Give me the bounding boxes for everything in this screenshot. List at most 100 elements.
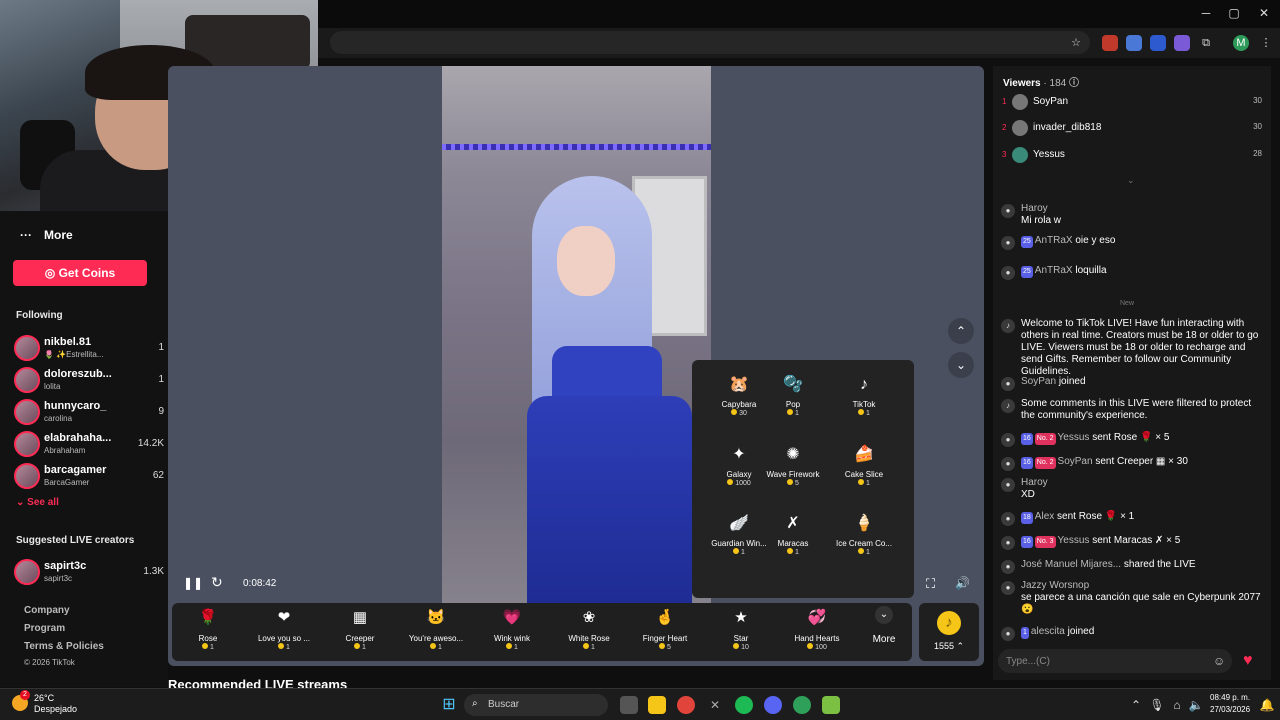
heart-icon[interactable]: ♥: [1243, 652, 1263, 670]
chat-username[interactable]: Yessus: [1058, 535, 1090, 546]
extension-purple-icon[interactable]: [1174, 35, 1190, 51]
gift-item[interactable]: 🍦 Ice Cream Co... 1: [827, 511, 901, 579]
gift-icon: 🪽: [729, 515, 749, 532]
live-video[interactable]: [442, 66, 711, 603]
weather-widget[interactable]: 26°C Despejado: [34, 693, 77, 715]
message-icon: ●: [1001, 204, 1015, 218]
taskbar-search[interactable]: ⌕ Buscar: [464, 694, 608, 716]
gift-item[interactable]: 🫧 Pop 1: [756, 372, 830, 440]
gift-bar-item[interactable]: 💗 Wink wink 1: [477, 606, 547, 660]
gift-item[interactable]: 🍰 Cake Slice 1: [827, 442, 901, 510]
gift-icon: ❤: [277, 609, 291, 626]
chat-username[interactable]: Haroy: [1021, 477, 1048, 488]
app-green-icon[interactable]: [793, 696, 811, 714]
pause-icon[interactable]: ❚❚: [183, 576, 203, 590]
chat-username[interactable]: alescita: [1031, 626, 1065, 637]
browser-menu-icon[interactable]: ⋮: [1258, 35, 1274, 51]
gift-item[interactable]: ✺ Wave Firework 5: [756, 442, 830, 510]
gift-bar-item[interactable]: 🐱 You're aweso... 1: [401, 606, 471, 660]
coin-balance-button[interactable]: ♪ 1555 ⌃: [919, 603, 979, 661]
chat-username[interactable]: SoyPan: [1021, 376, 1056, 387]
gift-price: 100: [782, 643, 852, 651]
taskbar-clock[interactable]: 08:49 p. m. 27/03/2026: [1210, 692, 1250, 716]
bookmark-star-icon[interactable]: ☆: [1068, 35, 1084, 51]
gift-name: You're aweso...: [408, 634, 464, 643]
restore-button[interactable]: ▢: [1224, 6, 1244, 22]
app-x-icon[interactable]: ✕: [706, 696, 724, 714]
spotify-icon[interactable]: [735, 696, 753, 714]
following-item[interactable]: barcagamer BarcaGamer 62: [14, 461, 164, 493]
emoji-icon[interactable]: ☺: [1213, 654, 1225, 668]
viewers-header[interactable]: Viewers · 184 ⓘ: [1003, 74, 1079, 89]
gift-name: Love you so ...: [257, 634, 311, 643]
gift-icon: 🍦: [854, 515, 874, 532]
file-explorer-icon[interactable]: [648, 696, 666, 714]
top-viewer-row[interactable]: 3 Yessus 28: [1000, 145, 1266, 167]
refresh-icon[interactable]: ↻: [211, 574, 223, 591]
suggested-item[interactable]: sapirt3c sapirt3c 1.3K: [14, 557, 164, 589]
top-viewer-row[interactable]: 1 SoyPan 30: [1000, 92, 1266, 114]
microphone-icon[interactable]: 🎙: [1148, 696, 1166, 714]
gift-bar-item[interactable]: ▦ Creeper 1: [325, 606, 395, 660]
footer-program[interactable]: Program: [24, 623, 65, 634]
top-viewer-row[interactable]: 2 invader_dib818 30: [1000, 118, 1266, 140]
more-gifts-button[interactable]: ⌄ More: [866, 606, 902, 645]
chat-username[interactable]: Jazzy Worsnop: [1021, 580, 1089, 591]
message-content: 18 Alex sent Rose 🌹 × 1: [1021, 511, 1265, 524]
chat-username[interactable]: Yessus: [1058, 432, 1090, 443]
chat-username[interactable]: SoyPan: [1058, 456, 1093, 467]
more-menu[interactable]: ··· More: [20, 228, 73, 242]
footer-terms[interactable]: Terms & Policies: [24, 641, 104, 652]
gift-icon: ✗: [786, 515, 800, 532]
translate-extension-icon[interactable]: [1126, 35, 1142, 51]
chat-text: oie y eso: [1075, 235, 1116, 246]
chevron-up-icon[interactable]: ⌃: [1127, 696, 1145, 714]
chrome-icon[interactable]: [677, 696, 695, 714]
minimize-button[interactable]: ─: [1196, 6, 1216, 22]
gift-item[interactable]: ✗ Maracas 1: [756, 511, 830, 579]
speaker-icon[interactable]: 🔈: [1187, 696, 1205, 714]
get-coins-button[interactable]: ◎ Get Coins: [13, 260, 147, 286]
chat-username[interactable]: AnTRaX: [1035, 235, 1073, 246]
extension-red-icon[interactable]: [1102, 35, 1118, 51]
chat-username[interactable]: José Manuel Mijares...: [1021, 559, 1121, 570]
puzzle-icon[interactable]: ⧉: [1198, 35, 1214, 51]
address-bar[interactable]: [330, 31, 1090, 54]
gift-item[interactable]: ♪ TikTok 1: [827, 372, 901, 440]
following-item[interactable]: hunnycaro_ carolina 9: [14, 397, 164, 429]
close-button[interactable]: ✕: [1254, 6, 1274, 22]
gift-bar-item[interactable]: ❀ White Rose 1: [554, 606, 624, 660]
chat-text: joined: [1058, 376, 1086, 387]
chat-input-placeholder: Type...(C): [1006, 656, 1050, 667]
gift-bar-item[interactable]: 🌹 Rose 1: [173, 606, 243, 660]
chevron-down-icon[interactable]: ⌄: [948, 352, 974, 378]
minecraft-icon[interactable]: [822, 696, 840, 714]
following-item[interactable]: elabrahaha... Abrahaham 14.2K: [14, 429, 164, 461]
gift-price: 1: [325, 643, 395, 651]
gift-name: White Rose: [568, 634, 610, 643]
gift-bar-item[interactable]: 💞 Hand Hearts 100: [782, 606, 852, 660]
windows-start-icon[interactable]: ⊞: [440, 696, 458, 714]
fullscreen-icon[interactable]: ⛶: [926, 576, 935, 592]
chat-username[interactable]: AnTRaX: [1035, 265, 1073, 276]
see-all-link[interactable]: ⌄ See all: [16, 497, 59, 508]
network-icon[interactable]: ⌂: [1168, 696, 1186, 714]
chevron-down-icon[interactable]: ⌄: [1127, 175, 1135, 186]
chevron-up-icon[interactable]: ⌃: [948, 318, 974, 344]
chat-text: XD: [1021, 489, 1035, 500]
gift-bar-item[interactable]: ★ Star 10: [706, 606, 776, 660]
notifications-bell-icon[interactable]: 🔔: [1258, 696, 1276, 714]
volume-icon[interactable]: 🔊: [955, 576, 970, 590]
chat-username[interactable]: Alex: [1035, 511, 1054, 522]
following-item[interactable]: nikbel.81 🌷 ✨Estrellita... 1: [14, 333, 164, 365]
gift-bar-item[interactable]: ❤ Love you so ... 1: [249, 606, 319, 660]
gift-bar-item[interactable]: 🤞 Finger Heart 5: [630, 606, 700, 660]
extension-blue-icon[interactable]: [1150, 35, 1166, 51]
profile-avatar[interactable]: M: [1233, 35, 1249, 51]
discord-icon[interactable]: [764, 696, 782, 714]
following-item[interactable]: doloreszub... lolita 1: [14, 365, 164, 397]
message-content: Haroy XD: [1021, 477, 1265, 501]
footer-company[interactable]: Company: [24, 605, 70, 616]
chat-username[interactable]: Haroy: [1021, 203, 1048, 214]
task-view-icon[interactable]: [620, 696, 638, 714]
